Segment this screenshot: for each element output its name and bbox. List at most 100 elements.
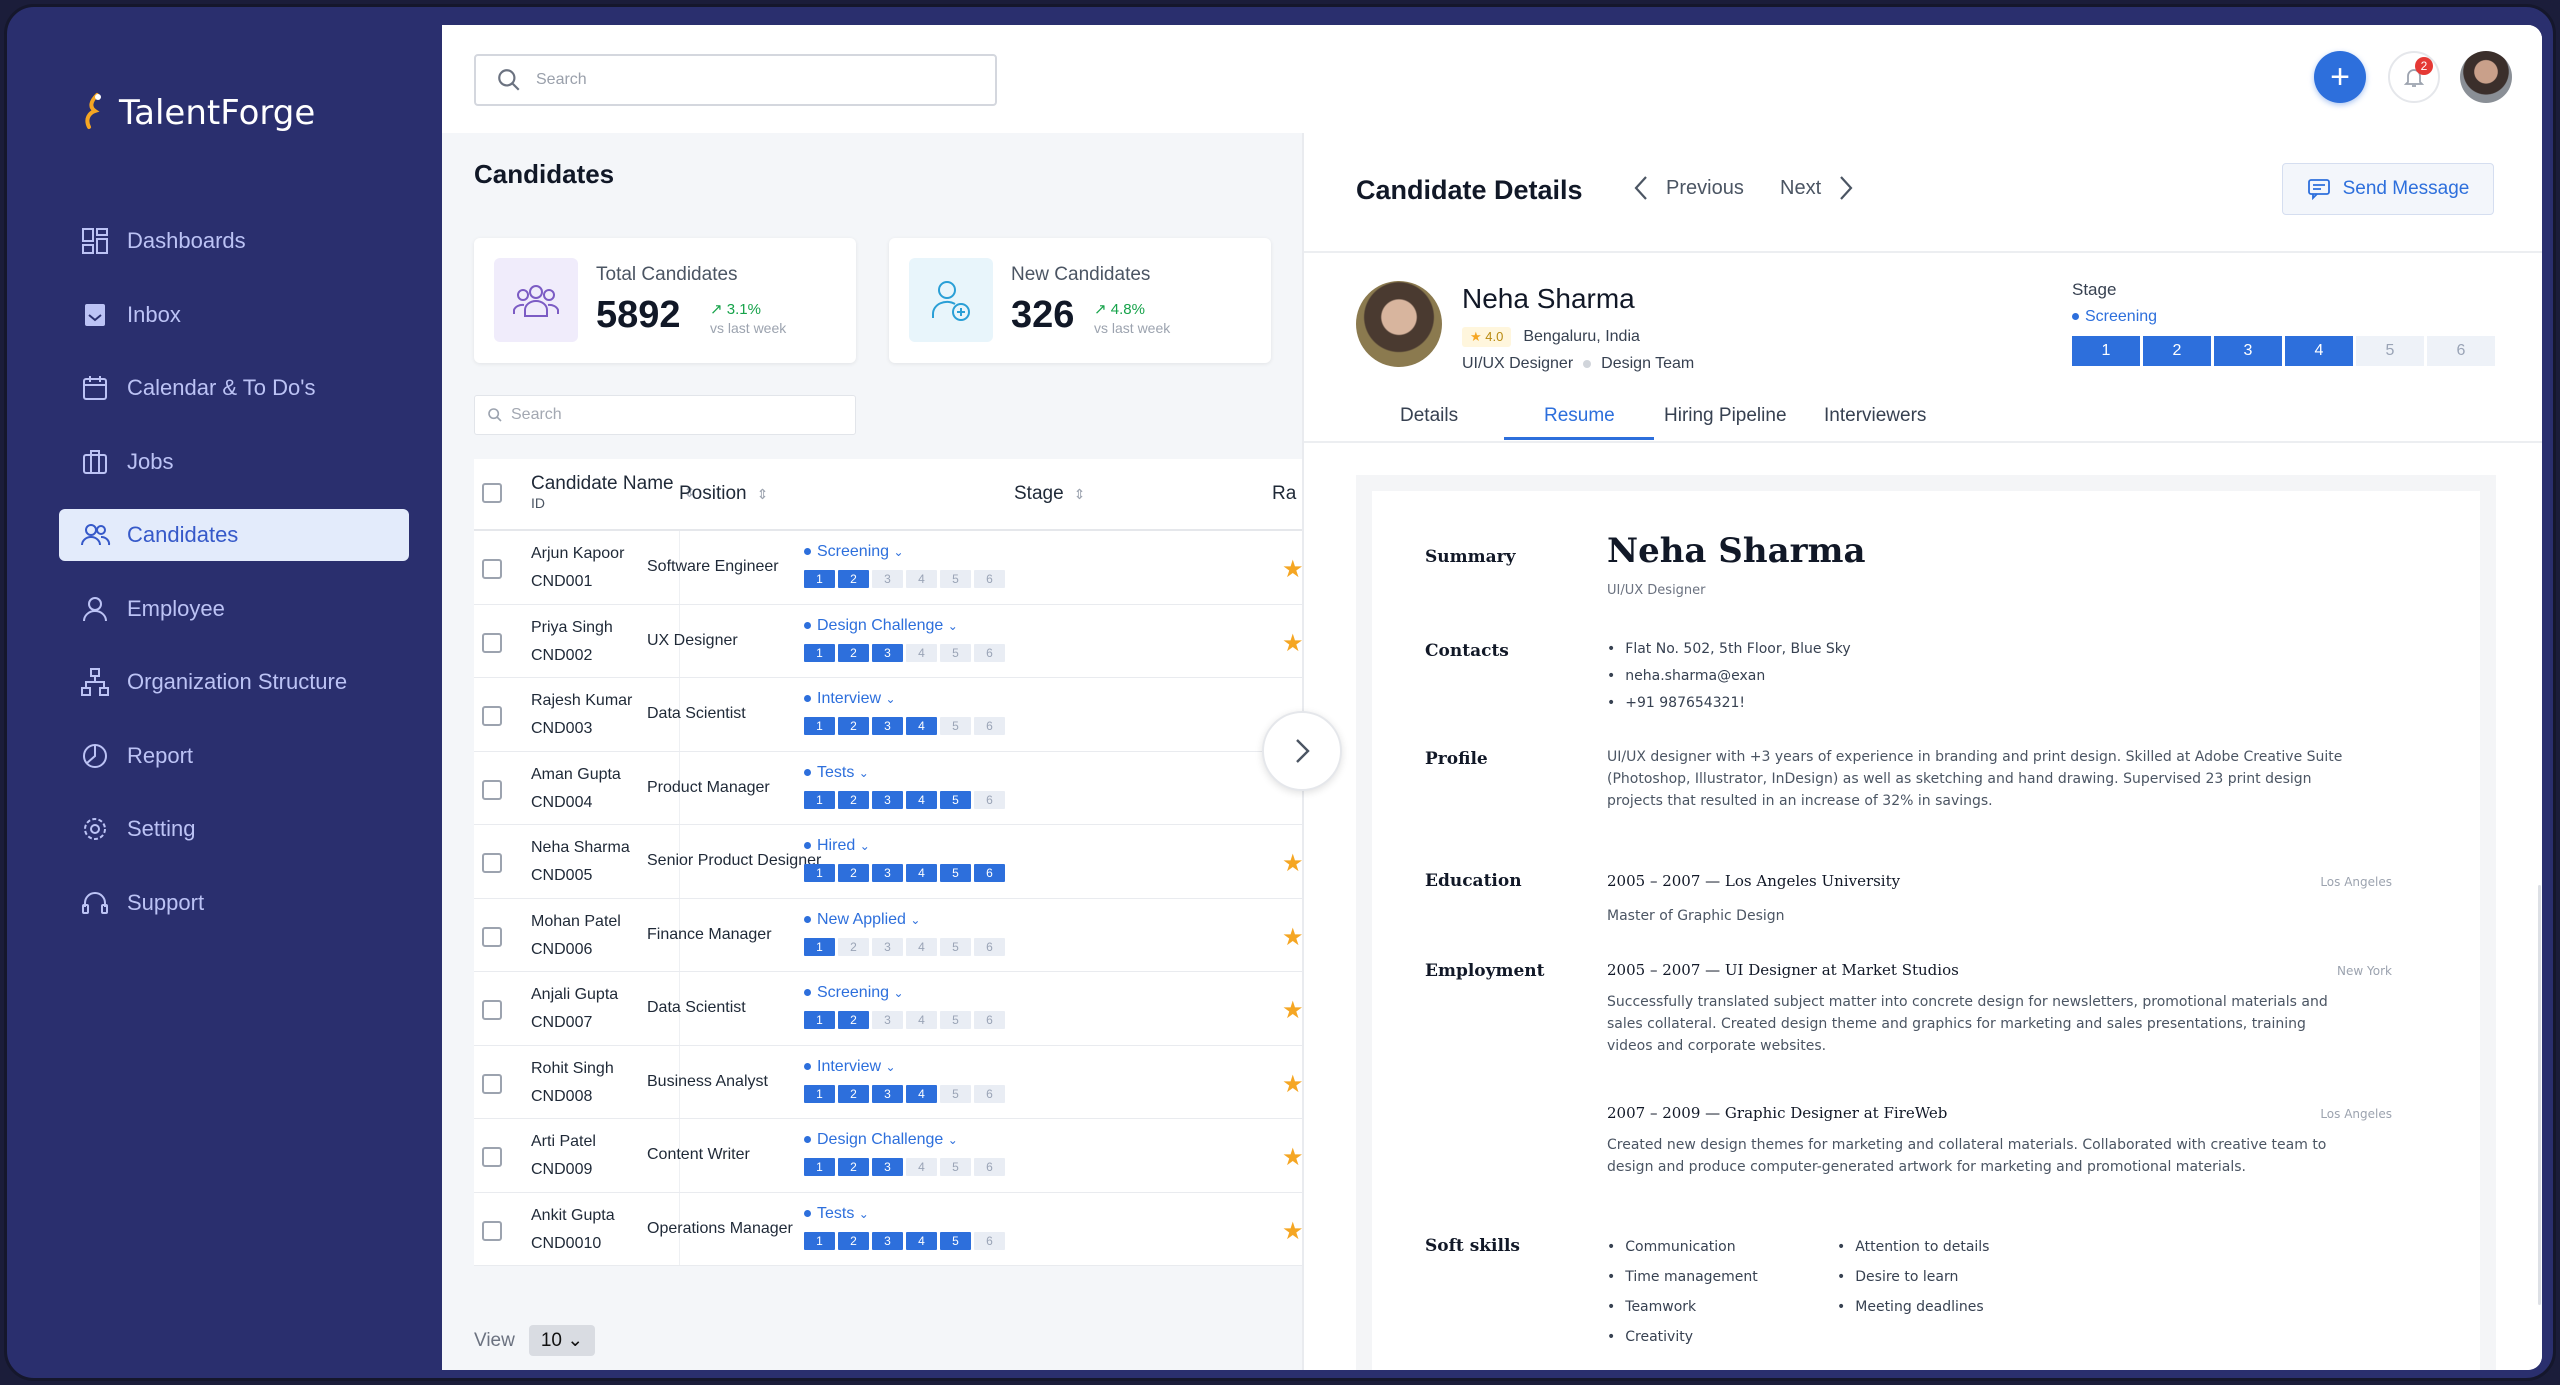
tab-details[interactable]: Details: [1400, 405, 1458, 427]
chevron-down-icon: ⌄: [910, 912, 921, 927]
candidate-id-cell: CND009: [531, 1161, 593, 1178]
stage-dropdown[interactable]: Design Challenge ⌄: [804, 1131, 958, 1149]
stage-dropdown[interactable]: Interview ⌄: [804, 690, 896, 708]
skill-item: Communication: [1607, 1239, 1735, 1255]
chevron-down-icon: ⌄: [859, 839, 870, 853]
table-row[interactable]: Arjun Kapoor CND001 Software Engineer Scree…: [474, 531, 1314, 605]
candidate-name-cell: Arti Patel: [531, 1133, 596, 1150]
stage-step: 2: [2143, 336, 2211, 366]
sidebar-item-candidates[interactable]: Candidates: [59, 509, 409, 561]
sidebar-item-label: Employee: [127, 595, 225, 621]
row-checkbox[interactable]: [482, 1000, 502, 1020]
chevron-down-icon: ⌄: [893, 545, 904, 559]
send-message-button[interactable]: Send Message: [2282, 163, 2494, 215]
table-row[interactable]: Aman Gupta CND004 Product Manager Tests ⌄ 1 2…: [474, 751, 1314, 825]
table-row[interactable]: Neha Sharma CND005 Senior Product Designer…: [474, 825, 1314, 899]
brand-logo[interactable]: TalentForge: [81, 91, 315, 135]
col-stage[interactable]: Stage ⇕: [1014, 483, 1085, 505]
sidebar-item-setting[interactable]: Setting: [59, 803, 409, 855]
table-row[interactable]: Arti Patel CND009 Content Writer Design Cha…: [474, 1119, 1314, 1193]
table-row[interactable]: Anjali Gupta CND007 Data Scientist Screenin…: [474, 972, 1314, 1046]
row-checkbox[interactable]: [482, 559, 502, 579]
rows-per-page-select[interactable]: 10 ⌄: [528, 1325, 596, 1356]
education-head: 2005 – 2007 — Los Angeles University: [1607, 872, 1901, 890]
stage-dropdown[interactable]: Design Challenge ⌄: [804, 617, 958, 635]
position-cell: Finance Manager: [647, 925, 772, 943]
row-checkbox[interactable]: [482, 853, 502, 873]
stage-dropdown[interactable]: Interview ⌄: [804, 1058, 896, 1076]
notifications-button[interactable]: 2: [2388, 51, 2440, 103]
col-rating[interactable]: Ra: [1272, 483, 1296, 505]
sidebar-item-inbox[interactable]: Inbox: [59, 289, 409, 341]
stage-value: Screening: [2072, 308, 2157, 326]
global-search-input[interactable]: Search: [474, 54, 997, 106]
sidebar-item-organization-structure[interactable]: Organization Structure: [59, 656, 409, 708]
sidebar-item-calendar-to-do-s[interactable]: Calendar & To Do's: [59, 362, 409, 414]
stage-step: 2: [838, 864, 869, 882]
candidate-name-cell: Aman Gupta: [531, 765, 621, 783]
global-search-placeholder: Search: [536, 71, 587, 88]
job-line: Created new design themes for marketing …: [1607, 1137, 2327, 1153]
stage-label: Tests: [817, 763, 855, 781]
table-row[interactable]: Mohan Patel CND006 Finance Manager New Appl…: [474, 898, 1314, 972]
stage-dropdown[interactable]: Hired ⌄: [804, 837, 870, 855]
table-search-input[interactable]: Search: [474, 395, 856, 435]
status-dot: [804, 1136, 811, 1144]
stage-step: 6: [2427, 336, 2495, 366]
table-row[interactable]: Priya Singh CND002 UX Designer Design Chall…: [474, 604, 1314, 678]
stage-step: 5: [940, 790, 971, 809]
sidebar-item-jobs[interactable]: Jobs: [59, 436, 409, 488]
stage-step: 1: [804, 937, 835, 956]
row-checkbox[interactable]: [482, 779, 502, 800]
status-dot: [804, 768, 811, 776]
row-checkbox[interactable]: [482, 926, 502, 947]
sidebar-item-support[interactable]: Support: [59, 877, 409, 929]
stage-step: 6: [974, 1231, 1005, 1250]
stat-sub: vs last week: [710, 320, 787, 336]
stage-step: 5: [2356, 336, 2424, 366]
job-location: New York: [2337, 964, 2392, 978]
send-message-label: Send Message: [2342, 178, 2470, 199]
candidates-table: Candidate Name ID ⇕ Position ⇕ Stage ⇕ Ra A…: [474, 459, 1314, 1266]
stage-step: 3: [872, 1011, 903, 1029]
resume-scrollbar[interactable]: [2538, 885, 2541, 1305]
add-button[interactable]: +: [2314, 51, 2366, 103]
table-row[interactable]: Rohit Singh CND008 Business Analyst Intervi…: [474, 1045, 1314, 1119]
row-checkbox[interactable]: [482, 706, 502, 726]
sidebar-item-dashboards[interactable]: Dashboards: [59, 215, 409, 267]
stage-dropdown[interactable]: Tests ⌄: [804, 1205, 869, 1223]
sidebar-item-employee[interactable]: Employee: [59, 583, 409, 635]
select-all-checkbox[interactable]: [482, 483, 502, 503]
status-dot: [804, 1209, 811, 1217]
row-checkbox[interactable]: [482, 1073, 502, 1094]
row-checkbox[interactable]: [482, 1147, 502, 1167]
sidebar-item-label: Calendar & To Do's: [127, 375, 316, 400]
col-candidate-name[interactable]: Candidate Name ID ⇕: [531, 473, 695, 511]
stage-dropdown[interactable]: New Applied ⌄: [804, 911, 920, 929]
chevron-down-icon: ⌄: [893, 986, 904, 1000]
tab-hiring-pipeline[interactable]: Hiring Pipeline: [1664, 405, 1787, 427]
sidebar-item-label: Candidates: [127, 522, 239, 547]
stage-dropdown[interactable]: Screening ⌄: [804, 543, 904, 561]
row-checkbox[interactable]: [482, 632, 502, 653]
top-bar: Search + 2: [442, 25, 2542, 133]
section-soft-skills: Soft skills: [1425, 1236, 1520, 1256]
stage-step: 1: [804, 790, 835, 809]
expand-panel-button[interactable]: [1262, 711, 1342, 791]
table-row[interactable]: Ankit Gupta CND0010 Operations Manager Test…: [474, 1192, 1314, 1266]
col-position[interactable]: Position ⇕: [679, 483, 768, 505]
user-avatar[interactable]: [2460, 51, 2512, 103]
headset-icon: [82, 891, 108, 914]
position-cell: Operations Manager: [647, 1219, 793, 1237]
table-row[interactable]: Rajesh Kumar CND003 Data Scientist Intervie…: [474, 678, 1314, 752]
next-button[interactable]: Next: [1780, 173, 1855, 203]
stage-dropdown[interactable]: Tests ⌄: [804, 764, 869, 782]
stage-step: 2: [838, 1231, 869, 1250]
tab-interviewers[interactable]: Interviewers: [1824, 405, 1926, 427]
stage-dropdown[interactable]: Screening ⌄: [804, 984, 904, 1002]
previous-button[interactable]: Previous: [1632, 173, 1744, 203]
sidebar-item-report[interactable]: Report: [59, 730, 409, 782]
candidate-name-cell: Rajesh Kumar: [531, 692, 633, 709]
row-checkbox[interactable]: [482, 1220, 502, 1241]
tab-resume[interactable]: Resume: [1544, 405, 1615, 427]
